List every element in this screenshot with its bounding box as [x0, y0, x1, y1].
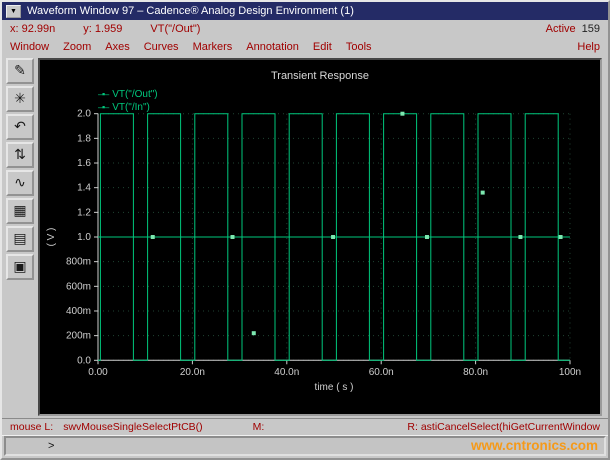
menu-help[interactable]: Help — [577, 41, 600, 53]
svg-text:60.0n: 60.0n — [369, 367, 394, 378]
window-title: Waveform Window 97 – Cadence® Analog Des… — [27, 5, 354, 17]
data-table-button[interactable]: ▦ — [6, 198, 34, 224]
strip-chart-button[interactable]: ▤ — [6, 226, 34, 252]
coordinate-readout-row: x: 92.99n y: 1.959 VT("/Out") Active 159 — [2, 20, 608, 37]
menu-zoom[interactable]: Zoom — [63, 41, 91, 53]
svg-text:time ( s ): time ( s ) — [315, 382, 354, 393]
svg-text:1.8: 1.8 — [77, 133, 91, 144]
menu-window[interactable]: Window — [10, 41, 49, 53]
menu-annotation[interactable]: Annotation — [246, 41, 299, 53]
plot-wrapper: 2.0 1.8 1.6 1.4 1.2 1.0 800m 600m 400m 200m 0.0 0.0… — [38, 56, 608, 418]
legend-item-out[interactable]: –▪– VT("/Out") — [98, 88, 158, 101]
mouse-middle-label: M: — [252, 421, 265, 433]
window-menu-button[interactable]: ▼ — [6, 4, 21, 18]
plot-legend: –▪– VT("/Out") –▪– VT("/In") — [98, 88, 158, 114]
svg-text:80.0n: 80.0n — [463, 367, 488, 378]
svg-text:1.6: 1.6 — [77, 158, 91, 169]
previous-view-button[interactable]: ↶ — [6, 114, 34, 140]
vertical-marker-icon: ⇅ — [14, 147, 26, 163]
menu-markers[interactable]: Markers — [193, 41, 233, 53]
svg-text:1.2: 1.2 — [77, 207, 91, 218]
waveform-window: ▼ Waveform Window 97 – Cadence® Analog D… — [0, 0, 610, 460]
svg-text:100n: 100n — [559, 367, 581, 378]
plot-title: Transient Response — [270, 70, 370, 82]
vertical-marker-button[interactable]: ⇅ — [6, 142, 34, 168]
data-table-icon: ▦ — [13, 203, 27, 219]
svg-text:40.0n: 40.0n — [274, 367, 299, 378]
legend-item-in[interactable]: –▪– VT("/In") — [98, 101, 158, 114]
menu-edit[interactable]: Edit — [313, 41, 332, 53]
menu-tools[interactable]: Tools — [346, 41, 372, 53]
svg-text:0.0: 0.0 — [77, 355, 91, 366]
subwindow-icon: ▣ — [13, 259, 27, 275]
previous-view-icon: ↶ — [14, 119, 26, 135]
svg-text:400m: 400m — [66, 306, 91, 317]
active-label: Active — [545, 22, 576, 35]
svg-text:200m: 200m — [66, 331, 91, 342]
edit-trace-button[interactable]: ∿ — [6, 170, 34, 196]
prompt-chevron: > — [48, 440, 55, 452]
y-coordinate-readout: y: 1.959 — [83, 22, 123, 35]
strip-chart-icon: ▤ — [13, 231, 27, 247]
menu-bar: Window Zoom Axes Curves Markers Annotati… — [2, 37, 608, 56]
svg-text:1.4: 1.4 — [77, 183, 91, 194]
svg-text:( V ): ( V ) — [46, 228, 57, 247]
mouse-right-binding: R: astiCancelSelect(hiGetCurrentWindow — [407, 421, 600, 433]
svg-text:1.0: 1.0 — [77, 232, 91, 243]
command-prompt-row[interactable]: > — [4, 436, 606, 456]
subwindow-button[interactable]: ▣ — [6, 254, 34, 280]
menu-axes[interactable]: Axes — [105, 41, 129, 53]
legend-label-in: VT("/In") — [112, 102, 150, 113]
legend-label-out: VT("/Out") — [112, 89, 158, 100]
svg-text:800m: 800m — [66, 257, 91, 268]
plot-area[interactable]: 2.0 1.8 1.6 1.4 1.2 1.0 800m 600m 400m 200m 0.0 0.0… — [38, 58, 602, 416]
x-coordinate-readout: x: 92.99n — [10, 22, 56, 35]
svg-text:2.0: 2.0 — [77, 109, 91, 120]
left-toolbar: ✎ ✳ ↶ ⇅ ∿ ▦ ▤ ▣ — [2, 56, 38, 418]
annotate-pen-icon: ✎ — [14, 63, 26, 79]
active-count: 159 — [581, 22, 600, 35]
trace-marker-icon: –▪– — [98, 102, 109, 112]
edit-trace-icon: ∿ — [14, 175, 26, 191]
svg-text:0.00: 0.00 — [88, 367, 108, 378]
mouse-left-binding: swvMouseSingleSelectPtCB() — [63, 421, 203, 433]
title-bar[interactable]: ▼ Waveform Window 97 – Cadence® Analog D… — [2, 2, 608, 20]
trace-marker-icon: –▪– — [98, 89, 109, 99]
mouse-bindings-status-bar: mouse L: swvMouseSingleSelectPtCB() M: R… — [2, 418, 608, 436]
svg-text:20.0n: 20.0n — [180, 367, 205, 378]
zoom-fit-button[interactable]: ✳ — [6, 86, 34, 112]
zoom-fit-icon: ✳ — [14, 91, 26, 107]
chevron-down-icon: ▼ — [10, 7, 17, 15]
annotate-pen-button[interactable]: ✎ — [6, 58, 34, 84]
mouse-left-label: mouse L: — [10, 421, 54, 433]
menu-curves[interactable]: Curves — [144, 41, 179, 53]
svg-text:600m: 600m — [66, 281, 91, 292]
selected-trace-readout: VT("/Out") — [150, 22, 201, 35]
main-area: ✎ ✳ ↶ ⇅ ∿ ▦ ▤ ▣ 2.0 1.8 1.6 1.4 1.2 1.0 … — [2, 56, 608, 418]
